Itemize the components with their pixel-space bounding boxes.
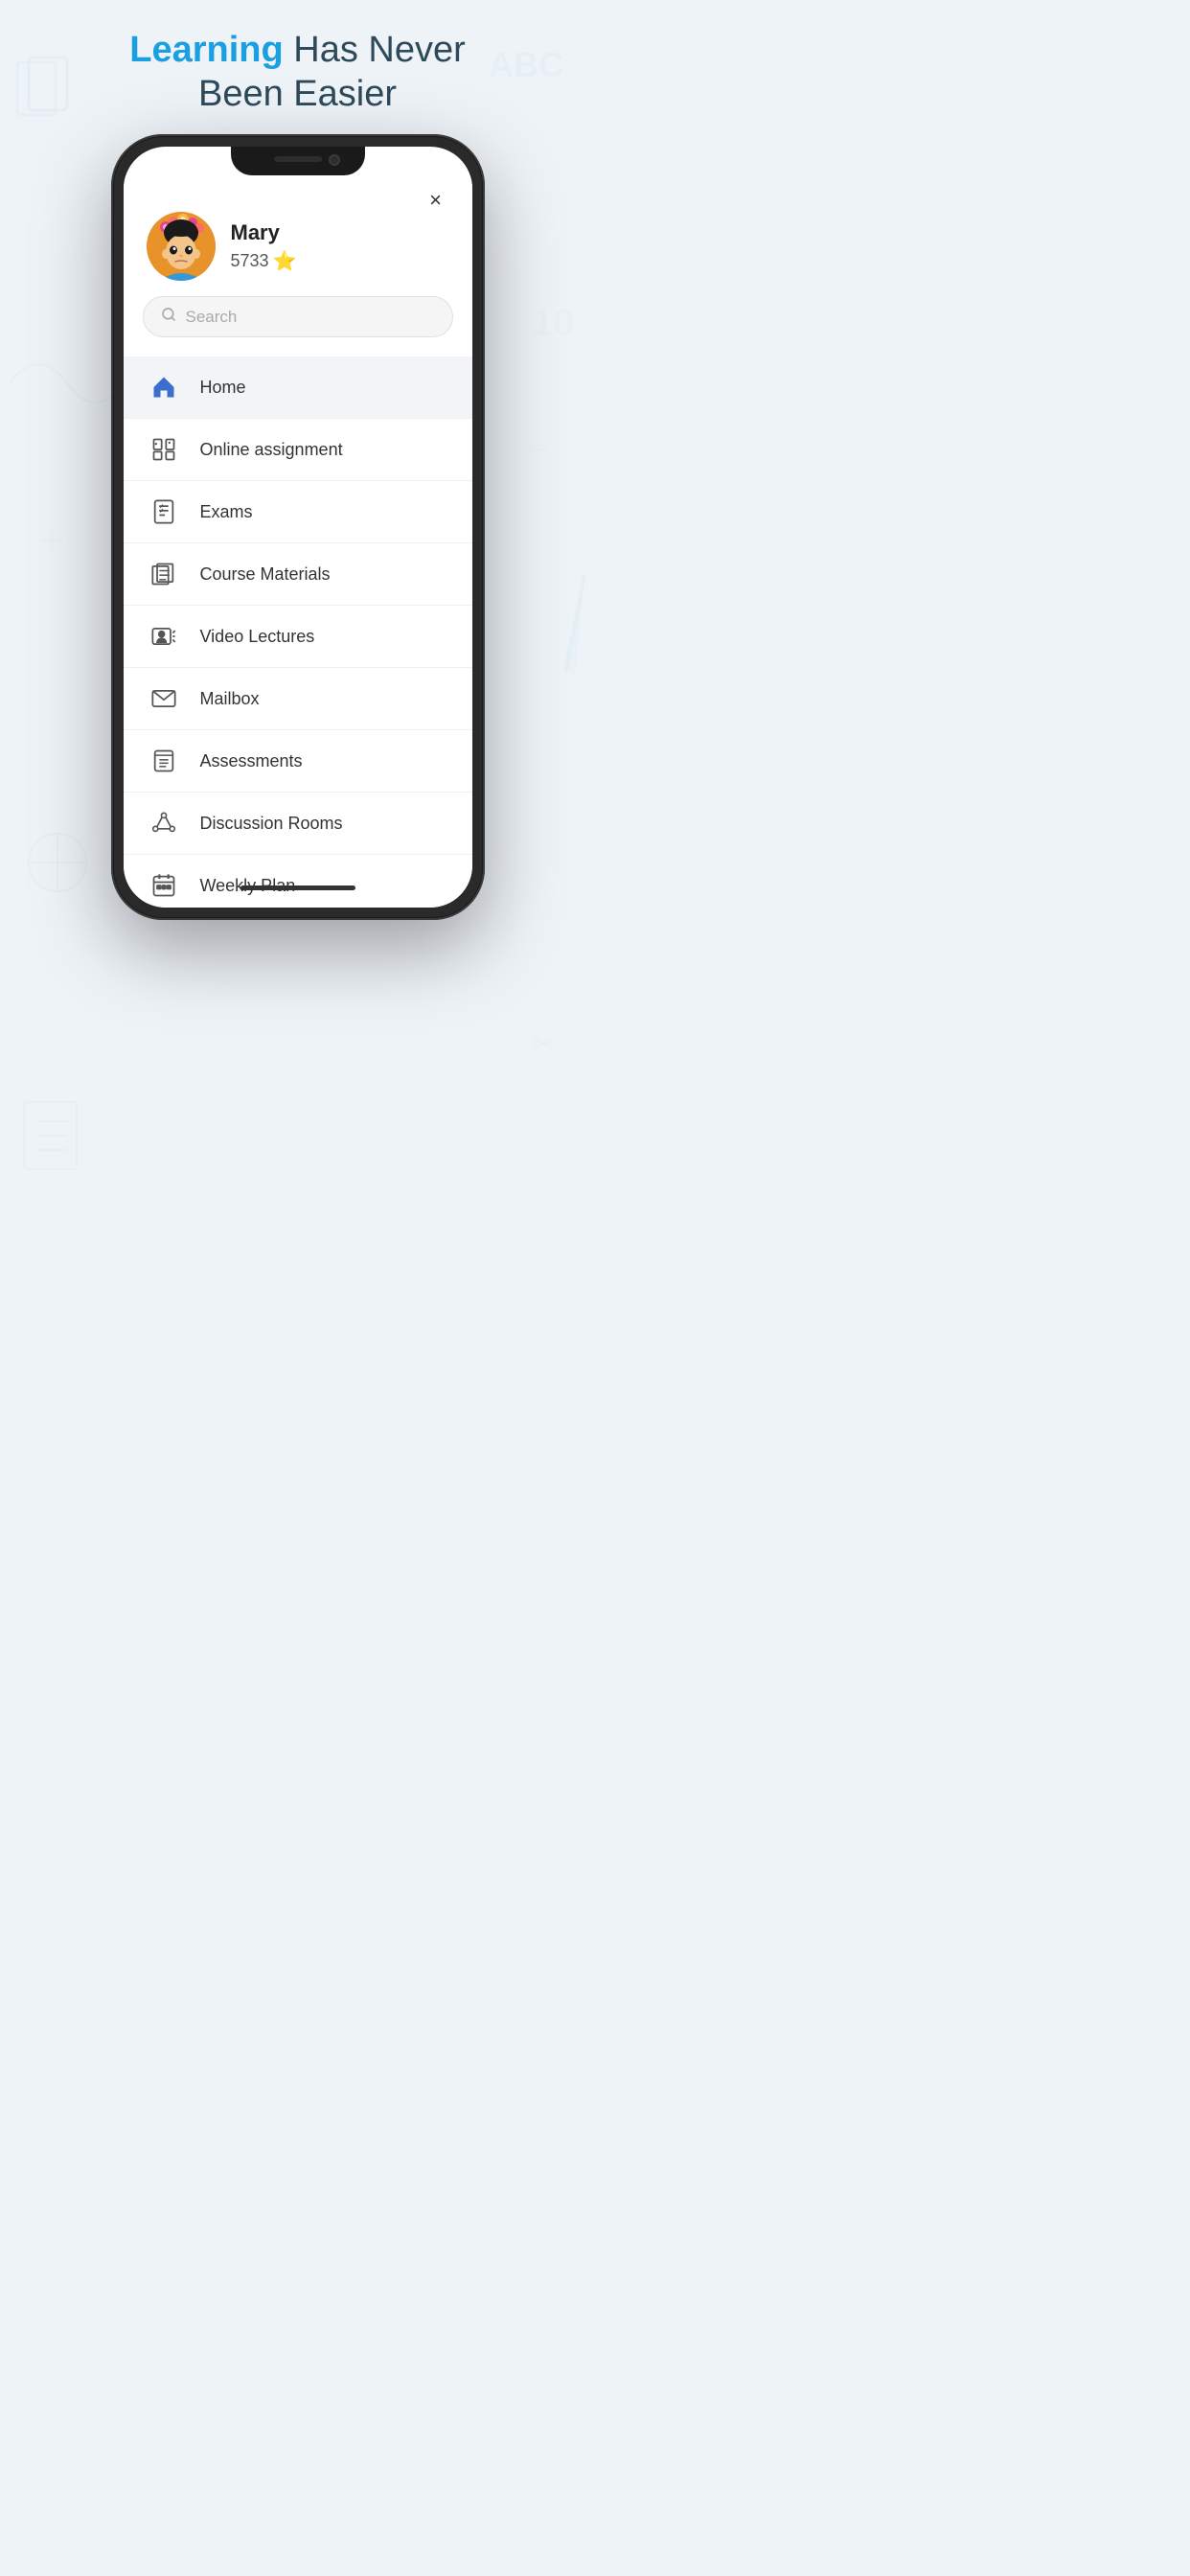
notch-speaker [274,156,322,162]
user-points: 5733 ⭐ [231,249,297,273]
notch-camera [329,154,340,166]
search-container: Search [124,296,472,356]
exams-icon [147,494,181,529]
menu-label-exams: Exams [200,502,253,522]
points-value: 5733 [231,251,269,271]
avatar [147,212,216,281]
menu-label-course-materials: Course Materials [200,564,331,585]
menu-item-online-assignment[interactable]: Online assignment [124,419,472,481]
menu-item-exams[interactable]: Exams [124,481,472,543]
phone-screen: × [124,147,472,908]
close-button[interactable]: × [419,183,453,218]
mail-icon [147,681,181,716]
menu-label-online-assignment: Online assignment [200,440,343,460]
star-icon: ⭐ [273,249,297,273]
svg-text:✂: ✂ [532,1029,556,1061]
phone-inner: × [114,137,482,917]
hero-highlight: Learning [129,30,283,70]
calendar-icon [147,868,181,903]
search-bar[interactable]: Search [143,296,453,337]
user-info: Mary 5733 ⭐ [231,220,297,273]
svg-text:÷: ÷ [532,432,549,467]
menu-item-mailbox[interactable]: Mailbox [124,668,472,730]
menu-item-weekly-plan[interactable]: Weekly Plan [124,855,472,908]
menu-label-assessments: Assessments [200,751,303,771]
menu-item-discussion-rooms[interactable]: Discussion Rooms [124,793,472,855]
assignment-icon [147,432,181,467]
search-placeholder: Search [186,308,435,327]
hero-line2: Been Easier [198,74,397,114]
menu-list: Home [124,356,472,908]
home-icon [147,370,181,404]
home-indicator [240,886,355,890]
phone-notch [231,147,365,175]
menu-item-video-lectures[interactable]: Video Lectures [124,606,472,668]
hero-title: Learning Has Never Been Easier [0,29,595,116]
svg-text:10: 10 [532,302,575,344]
menu-item-course-materials[interactable]: Course Materials [124,543,472,606]
menu-label-discussion-rooms: Discussion Rooms [200,814,343,834]
svg-text:+: + [38,516,65,566]
discussion-icon [147,806,181,840]
hero-rest: Has Never [284,30,466,70]
phone-frame: × [111,134,485,920]
menu-label-video-lectures: Video Lectures [200,627,315,647]
video-icon [147,619,181,654]
assessments-icon [147,744,181,778]
search-icon [161,307,176,327]
user-name: Mary [231,220,297,245]
menu-label-mailbox: Mailbox [200,689,260,709]
menu-item-home[interactable]: Home [124,356,472,419]
menu-label-home: Home [200,378,246,398]
screen-content: Mary 5733 ⭐ [124,175,472,908]
menu-item-assessments[interactable]: Assessments [124,730,472,793]
materials-icon [147,557,181,591]
